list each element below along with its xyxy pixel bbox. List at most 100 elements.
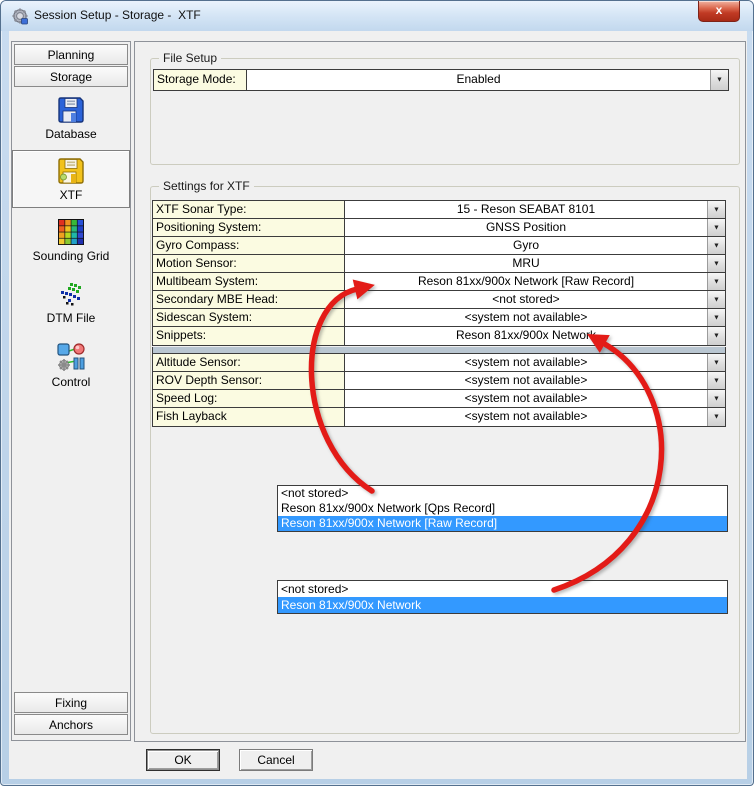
dropdown-arrow-button[interactable]: ▼: [707, 354, 725, 371]
settings-row: Altitude Sensor: <system not available> …: [153, 354, 725, 372]
session-setup-dialog: Session Setup - Storage - XTF x Planning…: [0, 0, 754, 786]
field-value[interactable]: MRU: [345, 255, 707, 272]
chevron-down-icon: ▼: [708, 395, 725, 402]
sidebar-item-fixing[interactable]: Fixing: [14, 692, 128, 713]
chevron-down-icon: ▼: [708, 278, 725, 285]
field-value[interactable]: <not stored>: [345, 291, 707, 308]
dropdown-arrow-button[interactable]: ▼: [707, 219, 725, 236]
window-title: Session Setup - Storage - XTF: [34, 8, 201, 22]
dropdown-arrow-button[interactable]: ▼: [707, 255, 725, 272]
chevron-down-icon: ▼: [711, 76, 728, 83]
close-icon: x: [716, 3, 723, 17]
chevron-down-icon: ▼: [708, 314, 725, 321]
database-floppy-blue-icon: [56, 95, 86, 125]
close-button[interactable]: x: [698, 1, 740, 22]
field-value[interactable]: <system not available>: [345, 309, 707, 326]
dropdown-arrow-button[interactable]: ▼: [707, 408, 725, 426]
field-label: Fish Layback: [153, 408, 345, 426]
field-value[interactable]: Enabled: [247, 70, 710, 90]
settings-row: Motion Sensor: MRU ▼: [153, 255, 725, 273]
field-label: Sidescan System:: [153, 309, 345, 326]
field-label: Secondary MBE Head:: [153, 291, 345, 308]
settings-table-1: XTF Sonar Type: 15 - Reson SEABAT 8101 ▼…: [152, 200, 726, 346]
xtf-floppy-yellow-icon: [56, 156, 86, 186]
storage-mode-row: Storage Mode: Enabled ▼: [154, 70, 728, 90]
field-label: Storage Mode:: [154, 70, 247, 90]
chevron-down-icon: ▼: [708, 260, 725, 267]
title-bar[interactable]: Session Setup - Storage - XTF x: [1, 1, 753, 31]
chevron-down-icon: ▼: [708, 206, 725, 213]
field-label: XTF Sonar Type:: [153, 201, 345, 218]
dropdown-arrow-button[interactable]: ▼: [707, 390, 725, 407]
ok-button[interactable]: OK: [146, 749, 220, 771]
list-item[interactable]: Reson 81xx/900x Network [Qps Record]: [278, 501, 727, 516]
settings-row: Positioning System: GNSS Position ▼: [153, 219, 725, 237]
dropdown-arrow-button[interactable]: ▼: [707, 291, 725, 308]
field-label: Altitude Sensor:: [153, 354, 345, 371]
sidebar-item-label: XTF: [13, 188, 129, 202]
sidebar-item-label: DTM File: [12, 311, 130, 325]
field-label: ROV Depth Sensor:: [153, 372, 345, 389]
sidebar-item-control[interactable]: Control: [12, 341, 130, 389]
field-label: Motion Sensor:: [153, 255, 345, 272]
field-value[interactable]: <system not available>: [345, 408, 707, 426]
sidebar-item-storage[interactable]: Storage: [14, 66, 128, 87]
field-label: Gyro Compass:: [153, 237, 345, 254]
control-icon: [55, 341, 87, 373]
dropdown-arrow-button[interactable]: ▼: [707, 201, 725, 218]
field-value[interactable]: <system not available>: [345, 390, 707, 407]
file-setup-group-label: File Setup: [159, 51, 221, 65]
field-value[interactable]: <system not available>: [345, 354, 707, 371]
dropdown-arrow-button[interactable]: ▼: [707, 237, 725, 254]
dropdown-arrow-button[interactable]: ▼: [710, 70, 728, 90]
snippets-options-list: <not stored> Reson 81xx/900x Network: [277, 580, 728, 614]
storage-mode-table: Storage Mode: Enabled ▼: [153, 69, 729, 91]
field-label: Snippets:: [153, 327, 345, 345]
sidebar-item-database[interactable]: Database: [12, 95, 130, 141]
settings-row: XTF Sonar Type: 15 - Reson SEABAT 8101 ▼: [153, 201, 725, 219]
chevron-down-icon: ▼: [708, 377, 725, 384]
list-item[interactable]: <not stored>: [278, 486, 727, 501]
field-value[interactable]: GNSS Position: [345, 219, 707, 236]
sidebar-item-xtf[interactable]: XTF: [12, 150, 130, 208]
field-value[interactable]: <system not available>: [345, 372, 707, 389]
field-label: Positioning System:: [153, 219, 345, 236]
settings-row: Speed Log: <system not available> ▼: [153, 390, 725, 408]
list-item-selected[interactable]: Reson 81xx/900x Network [Raw Record]: [278, 516, 727, 531]
dropdown-arrow-button[interactable]: ▼: [707, 309, 725, 326]
dropdown-arrow-button[interactable]: ▼: [707, 372, 725, 389]
dialog-client-area: Planning Storage Database: [9, 31, 747, 779]
field-value[interactable]: Reson 81xx/900x Network: [345, 327, 707, 345]
field-value[interactable]: 15 - Reson SEABAT 8101: [345, 201, 707, 218]
chevron-down-icon: ▼: [708, 413, 725, 420]
sidebar-item-label: Database: [12, 127, 130, 141]
field-value[interactable]: Gyro: [345, 237, 707, 254]
dtm-file-icon: [56, 279, 86, 309]
field-label: Speed Log:: [153, 390, 345, 407]
list-item-selected[interactable]: Reson 81xx/900x Network: [278, 597, 727, 613]
file-setup-group: File Setup Storage Mode: Enabled ▼: [150, 58, 740, 165]
sidebar-item-planning[interactable]: Planning: [14, 44, 128, 65]
sidebar-item-sounding-grid[interactable]: Sounding Grid: [12, 217, 130, 263]
sounding-grid-icon: [56, 217, 86, 247]
chevron-down-icon: ▼: [708, 359, 725, 366]
chevron-down-icon: ▼: [708, 242, 725, 249]
list-item[interactable]: <not stored>: [278, 581, 727, 597]
dropdown-arrow-button[interactable]: ▼: [707, 327, 725, 345]
multibeam-options-list: <not stored> Reson 81xx/900x Network [Qp…: [277, 485, 728, 532]
settings-row: Secondary MBE Head: <not stored> ▼: [153, 291, 725, 309]
field-label: Multibeam System:: [153, 273, 345, 290]
settings-xtf-group-label: Settings for XTF: [159, 179, 254, 193]
chevron-down-icon: ▼: [708, 296, 725, 303]
dropdown-arrow-button[interactable]: ▼: [707, 273, 725, 290]
sidebar-item-anchors[interactable]: Anchors: [14, 714, 128, 735]
settings-row: ROV Depth Sensor: <system not available>…: [153, 372, 725, 390]
sidebar-item-dtm-file[interactable]: DTM File: [12, 279, 130, 325]
chevron-down-icon: ▼: [708, 332, 725, 339]
cancel-button[interactable]: Cancel: [239, 749, 313, 771]
settings-row: Gyro Compass: Gyro ▼: [153, 237, 725, 255]
settings-row-multibeam: Multibeam System: Reson 81xx/900x Networ…: [153, 273, 725, 291]
sidebar: Planning Storage Database: [11, 41, 131, 741]
field-value[interactable]: Reson 81xx/900x Network [Raw Record]: [345, 273, 707, 290]
settings-row: Fish Layback <system not available> ▼: [153, 408, 725, 426]
